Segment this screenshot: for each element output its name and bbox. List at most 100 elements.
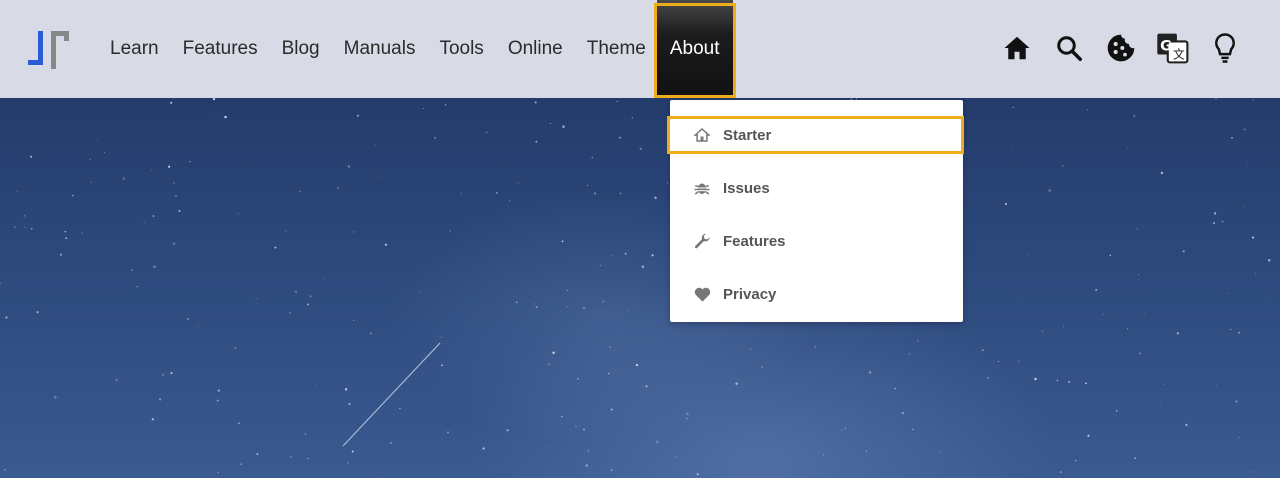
nav-item-theme[interactable]: Theme [575, 0, 655, 98]
star [419, 291, 421, 293]
star [611, 255, 613, 257]
star [608, 372, 610, 375]
star [104, 152, 106, 154]
site-logo[interactable] [26, 28, 72, 70]
star [1068, 380, 1071, 383]
star [1212, 222, 1216, 225]
star [152, 215, 155, 217]
star [446, 431, 450, 434]
star [566, 289, 568, 291]
star [624, 252, 627, 255]
star [1227, 293, 1229, 294]
star [912, 428, 914, 431]
header-icons: G文 [1000, 30, 1242, 66]
star [115, 379, 118, 382]
star [1250, 471, 1252, 473]
starfield [0, 98, 1271, 478]
svg-text:文: 文 [1173, 47, 1185, 61]
star [1252, 99, 1254, 101]
nav-item-manuals[interactable]: Manuals [332, 0, 428, 98]
dropdown-item-features[interactable]: Features [670, 222, 963, 260]
star [535, 140, 538, 143]
star [823, 454, 825, 456]
star [1026, 254, 1028, 256]
home-icon[interactable] [1000, 30, 1034, 66]
star [1056, 379, 1059, 382]
star [1041, 330, 1044, 333]
star [389, 441, 392, 444]
star [1246, 164, 1249, 167]
dropdown-item-privacy[interactable]: Privacy [670, 275, 963, 313]
star [173, 182, 175, 184]
star [347, 462, 349, 464]
star [24, 226, 26, 228]
star [566, 306, 568, 308]
star [340, 460, 342, 462]
star [1133, 114, 1136, 117]
star [549, 123, 551, 124]
nav-item-features[interactable]: Features [171, 0, 270, 98]
star [306, 303, 310, 306]
dropdown-item-starter[interactable]: Starter [667, 116, 964, 154]
star [586, 184, 589, 186]
star [987, 376, 990, 379]
star [178, 209, 181, 212]
star [1011, 149, 1013, 151]
star [1127, 146, 1128, 148]
star [1255, 273, 1257, 274]
star [356, 114, 359, 117]
star [170, 101, 173, 104]
star [136, 285, 138, 288]
star [599, 264, 602, 267]
nav-item-blog[interactable]: Blog [270, 0, 332, 98]
star [602, 300, 605, 303]
star [255, 297, 257, 300]
star [1185, 423, 1188, 427]
search-icon[interactable] [1052, 30, 1086, 66]
star [1074, 459, 1077, 462]
star [1159, 401, 1161, 403]
star [938, 451, 940, 453]
star [460, 192, 462, 194]
star [482, 447, 485, 450]
star [577, 378, 579, 380]
star [696, 473, 699, 476]
star [635, 363, 639, 367]
star [336, 186, 340, 189]
star [610, 468, 613, 472]
bug-icon [692, 178, 712, 198]
nav-item-learn[interactable]: Learn [98, 0, 171, 98]
star [651, 254, 654, 257]
star [23, 214, 26, 217]
lightbulb-icon[interactable] [1208, 30, 1242, 66]
star [562, 125, 565, 128]
star [422, 108, 424, 109]
star [735, 382, 738, 385]
star [1048, 189, 1052, 192]
star [71, 194, 74, 197]
cookie-icon[interactable] [1104, 30, 1138, 66]
star [13, 226, 16, 229]
star [1103, 313, 1105, 316]
dropdown-item-issues[interactable]: Issues [670, 169, 963, 207]
star [508, 205, 510, 207]
star [217, 471, 219, 474]
star [351, 450, 354, 453]
star [645, 385, 648, 388]
translate-icon[interactable]: G文 [1156, 30, 1190, 66]
star [315, 384, 317, 386]
nav-item-tools[interactable]: Tools [427, 0, 495, 98]
star [616, 101, 618, 103]
star [639, 147, 642, 150]
star [256, 453, 259, 456]
nav-item-online[interactable]: Online [496, 0, 575, 98]
site-header: Learn Features Blog Manuals Tools Online… [0, 0, 1280, 98]
star [449, 230, 451, 232]
star [1061, 165, 1064, 167]
star [353, 319, 355, 322]
star [224, 115, 227, 119]
star [384, 243, 388, 247]
star [172, 242, 176, 245]
nav-item-about[interactable]: About [653, 0, 736, 98]
star [348, 402, 351, 406]
